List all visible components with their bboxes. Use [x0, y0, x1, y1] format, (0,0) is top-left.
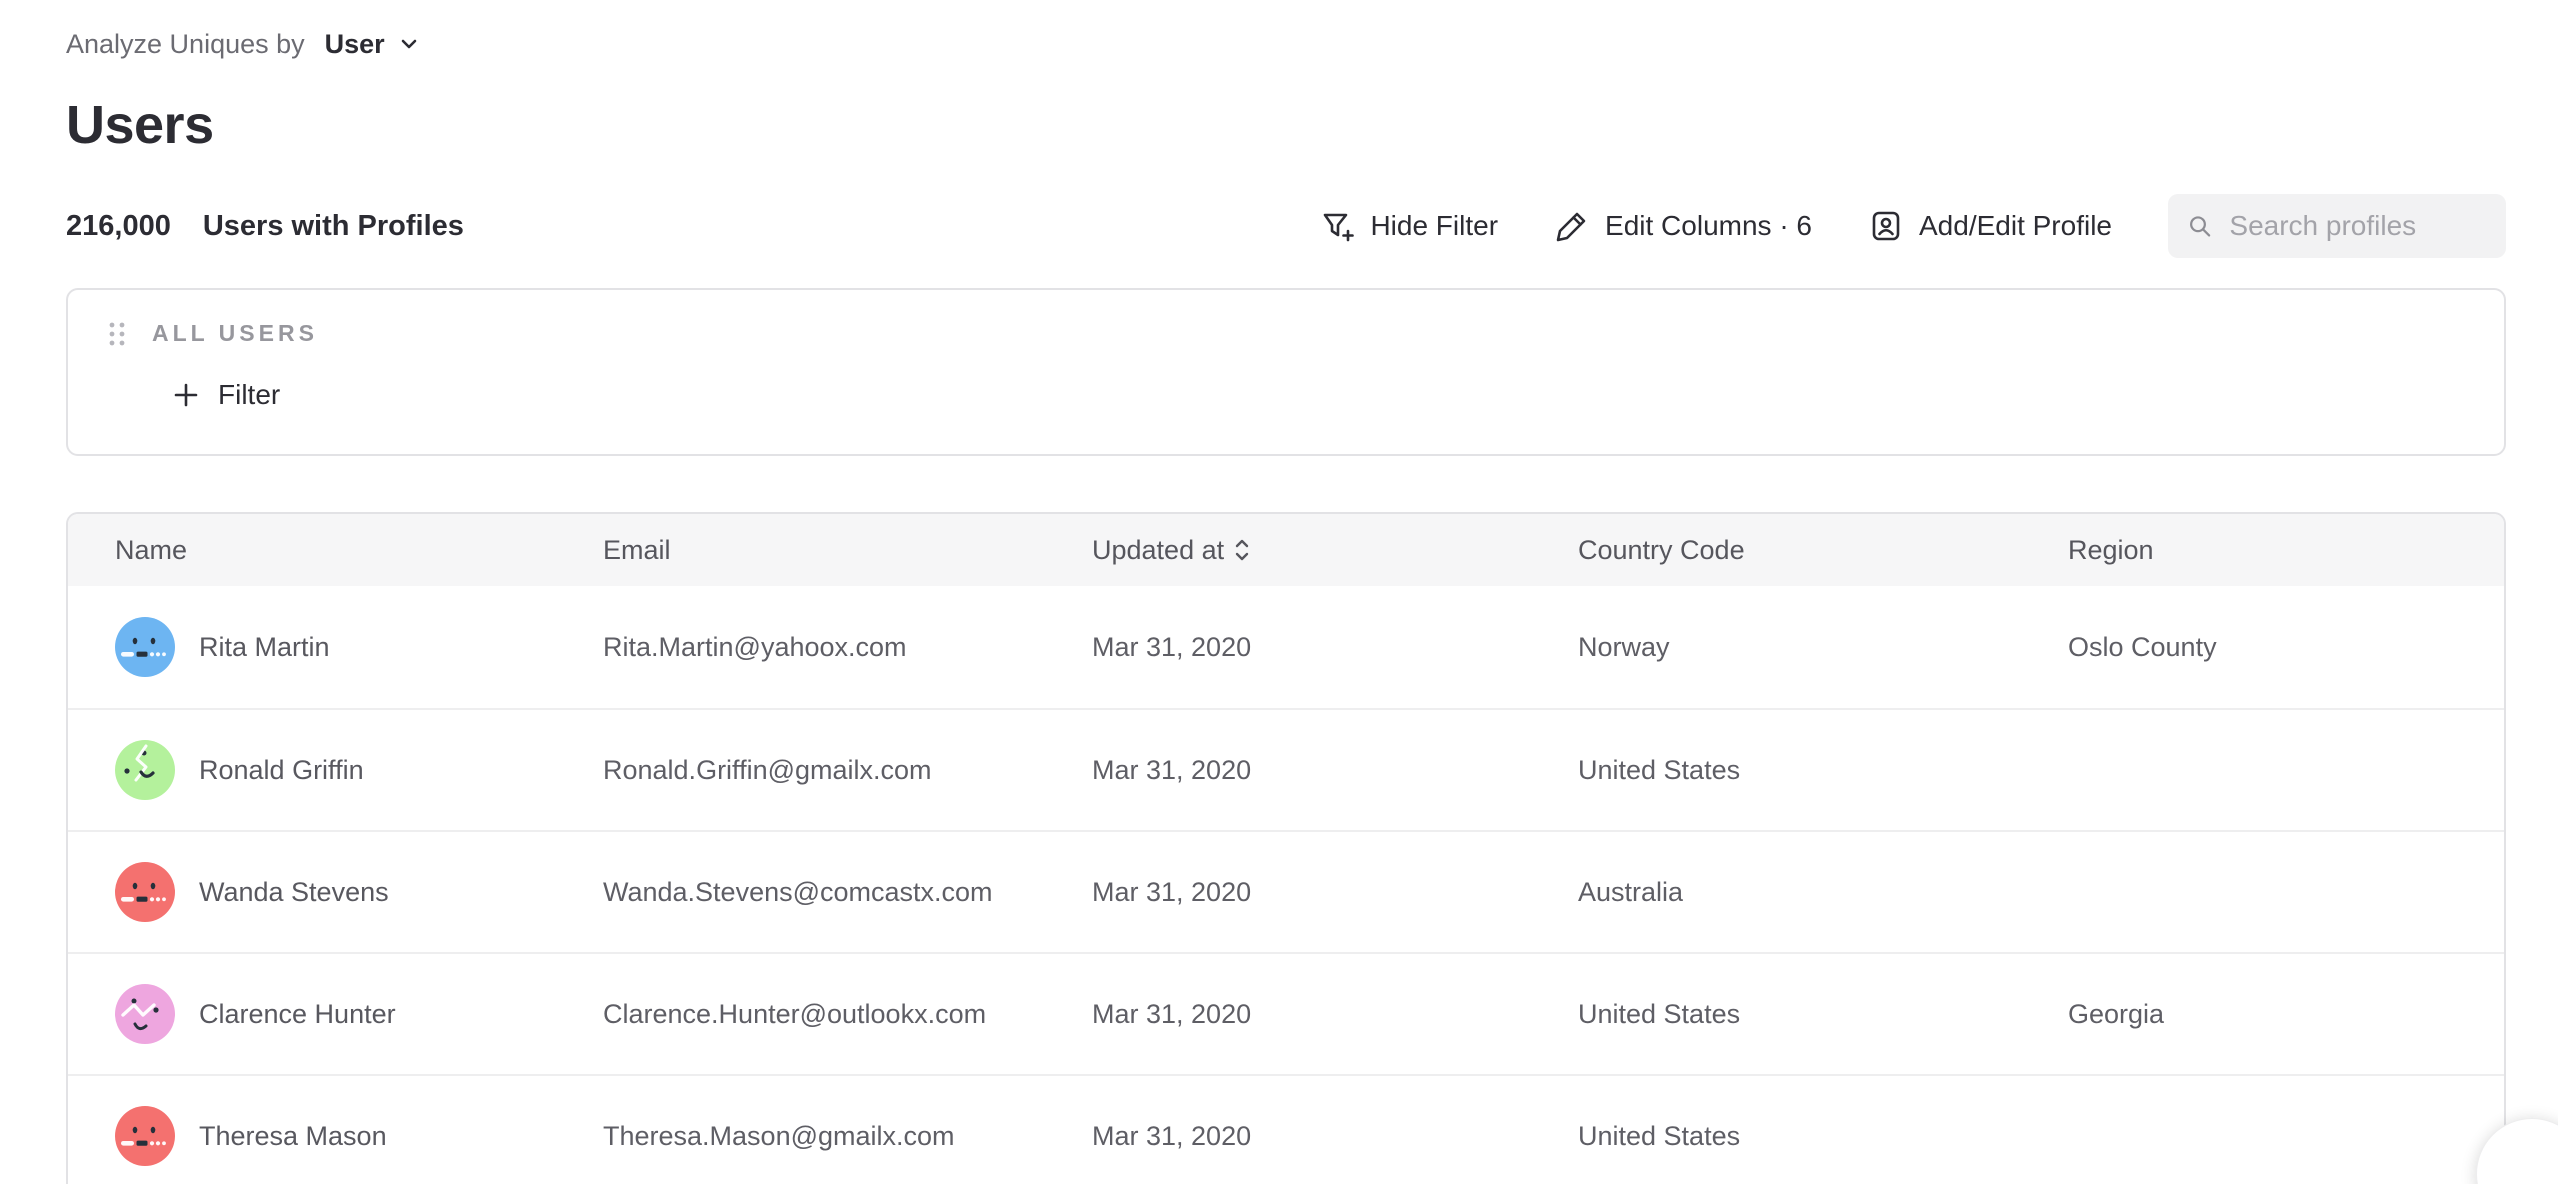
user-name: Wanda Stevens: [199, 877, 389, 908]
edit-columns-button[interactable]: Edit Columns · 6: [1554, 208, 1812, 244]
user-updated-at: Mar 31, 2020: [1092, 999, 1578, 1030]
table-row[interactable]: Rita Martin Rita.Martin@yahoox.com Mar 3…: [68, 586, 2504, 708]
filter-panel: ALL USERS Filter: [66, 288, 2506, 456]
add-filter-label: Filter: [218, 379, 280, 411]
user-region: Oslo County: [2068, 632, 2504, 663]
user-updated-at: Mar 31, 2020: [1092, 632, 1578, 663]
user-country-code: United States: [1578, 999, 2068, 1030]
column-header-region[interactable]: Region: [2068, 535, 2504, 566]
table-row[interactable]: Wanda Stevens Wanda.Stevens@comcastx.com…: [68, 830, 2504, 952]
user-name: Rita Martin: [199, 632, 330, 663]
sort-icon: [1234, 537, 1250, 563]
table-row[interactable]: Theresa Mason Theresa.Mason@gmailx.com M…: [68, 1074, 2504, 1184]
users-page: Analyze Uniques by User Users 216,000 Us…: [0, 0, 2558, 1184]
zigzag-face-avatar: [115, 984, 175, 1044]
page-title: Users: [66, 94, 2506, 156]
user-country-code: Australia: [1578, 877, 2068, 908]
profile-count-label: Users with Profiles: [203, 210, 464, 243]
table-body: Rita Martin Rita.Martin@yahoox.com Mar 3…: [68, 586, 2504, 1184]
column-header-updated-at[interactable]: Updated at: [1092, 535, 1578, 566]
user-country-code: Norway: [1578, 632, 2068, 663]
chevron-down-icon: [397, 32, 421, 56]
profile-card-icon: [1868, 208, 1904, 244]
user-name: Clarence Hunter: [199, 999, 396, 1030]
dash-face-avatar: [115, 1106, 175, 1166]
toolbar: Hide Filter Edit Columns · 6 Add/Edit Pr…: [1319, 194, 2506, 258]
edit-columns-label: Edit Columns · 6: [1605, 210, 1812, 242]
user-email: Ronald.Griffin@gmailx.com: [603, 755, 1092, 786]
users-table: Name Email Updated at Country Code Regio…: [66, 512, 2506, 1184]
analyze-uniques-row: Analyze Uniques by User: [66, 28, 2506, 60]
plus-icon: [172, 381, 200, 409]
user-country-code: United States: [1578, 1121, 2068, 1152]
profile-count-number: 216,000: [66, 210, 171, 243]
analyze-by-dropdown[interactable]: User: [325, 29, 421, 60]
user-updated-at: Mar 31, 2020: [1092, 877, 1578, 908]
all-users-group-label: ALL USERS: [152, 320, 318, 347]
column-header-email[interactable]: Email: [603, 535, 1092, 566]
add-filter-button[interactable]: Filter: [172, 379, 280, 411]
hide-filter-button[interactable]: Hide Filter: [1319, 208, 1498, 244]
analyze-uniques-label: Analyze Uniques by: [66, 29, 305, 60]
user-email: Wanda.Stevens@comcastx.com: [603, 877, 1092, 908]
search-profiles-box[interactable]: [2168, 194, 2506, 258]
column-header-country-code[interactable]: Country Code: [1578, 535, 2068, 566]
user-name: Theresa Mason: [199, 1121, 387, 1152]
hide-filter-label: Hide Filter: [1370, 210, 1498, 242]
column-header-name[interactable]: Name: [68, 535, 603, 566]
table-header-row: Name Email Updated at Country Code Regio…: [68, 514, 2504, 586]
table-row[interactable]: Ronald Griffin Ronald.Griffin@gmailx.com…: [68, 708, 2504, 830]
user-email: Clarence.Hunter@outlookx.com: [603, 999, 1092, 1030]
drag-handle-icon[interactable]: [108, 321, 126, 347]
smile-face-avatar: [115, 740, 175, 800]
funnel-plus-icon: [1319, 208, 1355, 244]
dash-face-avatar: [115, 617, 175, 677]
pencil-icon: [1554, 208, 1590, 244]
table-row[interactable]: Clarence Hunter Clarence.Hunter@outlookx…: [68, 952, 2504, 1074]
user-country-code: United States: [1578, 755, 2068, 786]
user-name: Ronald Griffin: [199, 755, 364, 786]
user-updated-at: Mar 31, 2020: [1092, 755, 1578, 786]
user-region: Georgia: [2068, 999, 2504, 1030]
dash-face-avatar: [115, 862, 175, 922]
add-edit-profile-button[interactable]: Add/Edit Profile: [1868, 208, 2112, 244]
add-edit-profile-label: Add/Edit Profile: [1919, 210, 2112, 242]
search-profiles-input[interactable]: [2229, 210, 2488, 242]
user-email: Theresa.Mason@gmailx.com: [603, 1121, 1092, 1152]
user-email: Rita.Martin@yahoox.com: [603, 632, 1092, 663]
magnifier-icon: [2186, 210, 2213, 242]
user-updated-at: Mar 31, 2020: [1092, 1121, 1578, 1152]
analyze-by-value: User: [325, 29, 385, 60]
profile-count: 216,000 Users with Profiles: [66, 210, 464, 243]
